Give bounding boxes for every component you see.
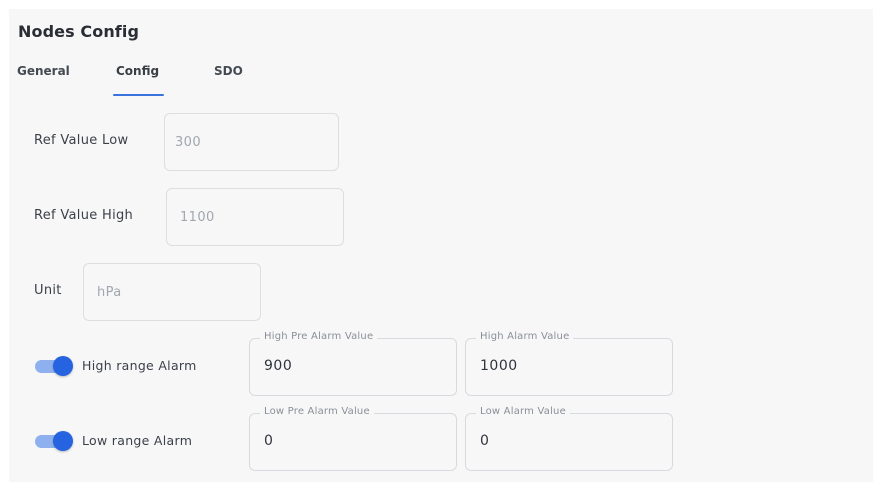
active-tab-indicator <box>113 94 164 96</box>
high-alarm-field[interactable]: High Alarm Value 1000 <box>465 331 673 396</box>
nodes-config-panel <box>9 9 873 482</box>
low-pre-alarm-legend: Low Pre Alarm Value <box>260 406 374 417</box>
low-pre-alarm-field[interactable]: Low Pre Alarm Value 0 <box>249 406 457 471</box>
high-pre-alarm-value: 900 <box>264 358 293 374</box>
ref-value-low-input[interactable]: 300 <box>164 113 339 171</box>
unit-label: Unit <box>34 283 62 298</box>
high-range-alarm-toggle[interactable] <box>35 356 73 376</box>
panel-title: Nodes Config <box>18 22 140 41</box>
low-range-alarm-label: Low range Alarm <box>82 433 193 448</box>
ref-value-low-label: Ref Value Low <box>34 133 129 148</box>
toggle-thumb <box>53 356 73 376</box>
ref-value-low-value: 300 <box>175 134 202 150</box>
high-range-alarm-label: High range Alarm <box>82 358 197 373</box>
high-alarm-value: 1000 <box>480 358 518 374</box>
unit-value: hPa <box>97 284 122 300</box>
high-pre-alarm-legend: High Pre Alarm Value <box>260 331 378 342</box>
low-range-alarm-toggle[interactable] <box>35 431 73 451</box>
ref-value-high-value: 1100 <box>180 209 215 225</box>
low-alarm-field[interactable]: Low Alarm Value 0 <box>465 406 673 471</box>
high-pre-alarm-field[interactable]: High Pre Alarm Value 900 <box>249 331 457 396</box>
tab-general[interactable]: General <box>17 64 70 78</box>
low-alarm-legend: Low Alarm Value <box>476 406 570 417</box>
low-pre-alarm-value: 0 <box>264 433 274 449</box>
ref-value-high-input[interactable]: 1100 <box>166 188 344 246</box>
low-alarm-value: 0 <box>480 433 490 449</box>
unit-input[interactable]: hPa <box>83 263 261 321</box>
toggle-thumb <box>53 431 73 451</box>
ref-value-high-label: Ref Value High <box>34 208 134 223</box>
high-alarm-legend: High Alarm Value <box>476 331 574 342</box>
tab-config[interactable]: Config <box>116 64 159 78</box>
tab-sdo[interactable]: SDO <box>214 64 243 78</box>
